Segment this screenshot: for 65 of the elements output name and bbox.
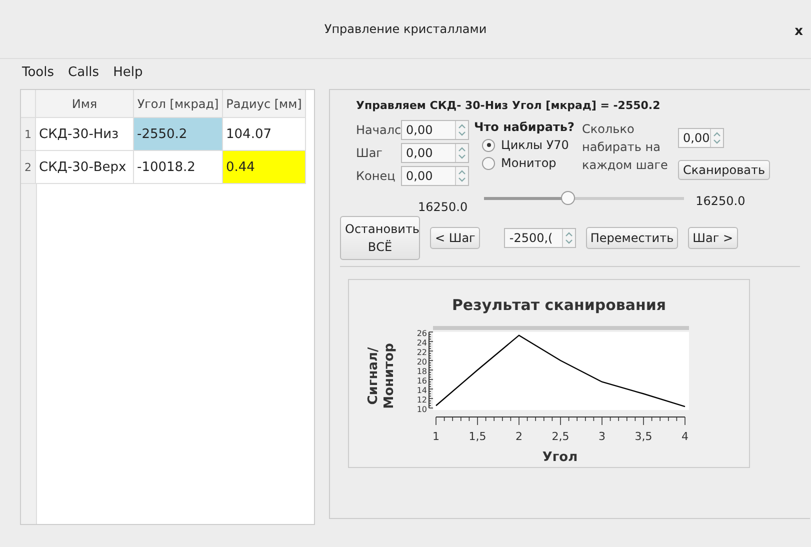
mode-title: Что набирать? xyxy=(474,120,576,134)
radio-label[interactable]: Циклы У70 xyxy=(501,138,569,152)
column-header[interactable]: Радиус [мм] xyxy=(223,90,306,118)
x-axis-label: Угол xyxy=(542,450,578,465)
menu-item[interactable]: Tools xyxy=(22,64,54,80)
x-tick-label: 1,5 xyxy=(468,430,486,443)
spin-box[interactable]: 0,00 xyxy=(401,166,469,186)
y-tick-label: 22 xyxy=(416,348,427,357)
x-tick-label: 4 xyxy=(682,430,688,443)
table-cell[interactable]: СКД-30-Верх xyxy=(36,151,134,184)
table-cell[interactable]: СКД-30-Низ xyxy=(36,118,134,151)
spin-box[interactable]: 0,00 xyxy=(678,128,724,148)
y-tick-label: 18 xyxy=(416,367,427,376)
slider-thumb[interactable] xyxy=(560,191,575,205)
radio-button[interactable] xyxy=(482,138,495,152)
x-tick-label: 3 xyxy=(598,430,606,443)
table-cell[interactable]: -10018.2 xyxy=(134,151,223,184)
field-label: Началс xyxy=(356,123,401,137)
window-title: Управление кристаллами xyxy=(324,22,487,36)
menu-item[interactable]: Calls xyxy=(68,64,100,80)
move-button[interactable]: Переместить xyxy=(586,227,678,249)
field-label: Шаг xyxy=(356,146,384,160)
row-number: 2 xyxy=(21,151,36,184)
table-cell[interactable]: 0.44 xyxy=(223,151,306,184)
x-tick-label: 3,5 xyxy=(634,430,652,443)
y-axis-label: Сигнал/ xyxy=(366,347,381,405)
menu-item[interactable]: Help xyxy=(113,64,143,80)
y-tick-label: 26 xyxy=(416,329,427,338)
x-tick-label: 1 xyxy=(432,430,440,443)
y-tick-label: 12 xyxy=(416,396,427,404)
slider-max-label: 16250.0 xyxy=(696,194,746,208)
field-label: Конец xyxy=(356,169,396,183)
step-back-button[interactable]: < Шаг xyxy=(430,227,480,249)
spin-arrows-icon[interactable] xyxy=(562,229,576,247)
chart-title: Результат сканирования xyxy=(452,296,666,314)
table-cell[interactable]: -2550.2 xyxy=(134,118,223,151)
spin-arrows-icon[interactable] xyxy=(455,121,468,139)
control-heading: Управляем СКД- 30-Низ Угол [мкрад] = -2550.2 xyxy=(356,99,662,112)
column-header[interactable]: Имя xyxy=(36,90,134,118)
y-tick-label: 14 xyxy=(416,386,427,395)
radio-button[interactable] xyxy=(482,156,495,170)
spin-arrows-icon[interactable] xyxy=(455,144,468,162)
column-header[interactable]: Угол [мкрад] xyxy=(134,90,223,118)
spin-box[interactable]: 0,00 xyxy=(401,143,469,163)
slider-track[interactable] xyxy=(484,190,684,206)
y-tick-label: 10 xyxy=(416,405,427,414)
y-tick-label: 16 xyxy=(416,376,427,386)
x-tick-label: 2 xyxy=(516,430,522,443)
radio-label[interactable]: Монитор xyxy=(501,156,556,170)
row-number: 1 xyxy=(21,118,36,151)
y-axis-label: Монитор xyxy=(382,343,397,409)
step-forward-button[interactable]: Шаг > xyxy=(688,227,738,249)
slider-min-label: 16250.0 xyxy=(418,200,468,214)
spin-box[interactable]: -2500,( xyxy=(504,228,576,248)
spin-box[interactable]: 0,00 xyxy=(401,120,469,140)
stop-button[interactable]: Остановить ВСЁ xyxy=(340,216,420,260)
close-button[interactable]: x xyxy=(794,24,803,39)
y-tick-label: 24 xyxy=(416,338,427,348)
x-tick-label: 2,5 xyxy=(552,430,570,443)
count-label: Сколько набирать на каждом шаге xyxy=(582,121,669,174)
table-cell[interactable]: 104.07 xyxy=(223,118,306,151)
y-tick-label: 20 xyxy=(416,358,427,366)
spin-arrows-icon[interactable] xyxy=(710,129,723,147)
scan-button[interactable]: Сканировать xyxy=(678,160,770,180)
spin-arrows-icon[interactable] xyxy=(455,167,468,185)
